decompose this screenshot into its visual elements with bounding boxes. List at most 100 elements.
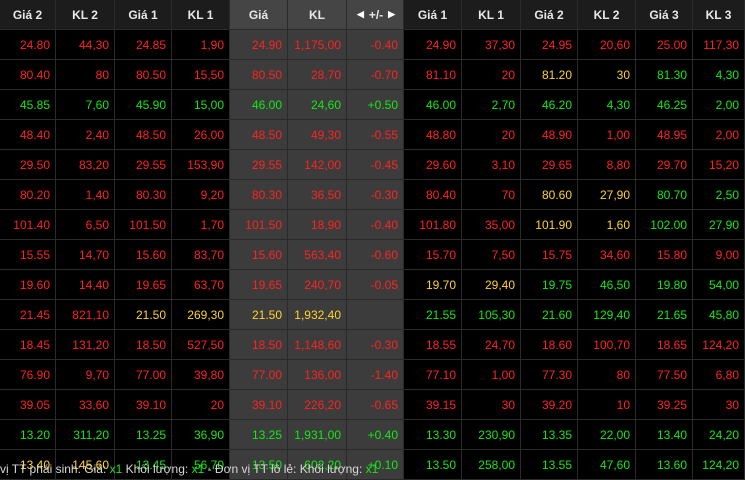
- ask-price-3-cell: 13.40: [636, 420, 693, 449]
- table-row[interactable]: 48.40 2,40 48.50 26,00 48.50 49,30 -0.55 48.80 2…: [0, 120, 745, 150]
- header-ask-volume-1[interactable]: KL 1: [462, 0, 521, 29]
- bid-volume-1-cell: 15,00: [172, 90, 230, 119]
- table-row[interactable]: 101.40 6,50 101.50 1,70 101.50 18,90 -0.40 101.…: [0, 210, 745, 240]
- ask-price-1-cell: 48.80: [404, 120, 462, 149]
- header-ask-volume-2[interactable]: KL 2: [578, 0, 636, 29]
- match-price-cell: 80.50: [230, 60, 288, 89]
- ask-price-2-cell: 80.60: [521, 180, 578, 209]
- bid-volume-1-cell: 1,70: [172, 210, 230, 239]
- table-row[interactable]: 80.20 1,40 80.30 9,20 80.30 36,50 -0.30 80.40 70…: [0, 180, 745, 210]
- bid-price-2-cell: 76.90: [0, 360, 56, 389]
- match-price-cell: 77.00: [230, 360, 288, 389]
- header-bid-volume-2[interactable]: KL 2: [56, 0, 115, 29]
- match-price-cell: 24.90: [230, 30, 288, 59]
- table-row[interactable]: 24.80 44,30 24.85 1,90 24.90 1,175,00 -0.40 24.…: [0, 30, 745, 60]
- header-match-price[interactable]: Giá: [230, 0, 288, 29]
- header-ask-volume-3[interactable]: KL 3: [693, 0, 745, 29]
- ask-volume-2-cell: 22,00: [578, 420, 636, 449]
- ask-price-1-cell: 19.70: [404, 270, 462, 299]
- bid-price-1-cell: 18.50: [115, 330, 172, 359]
- table-row[interactable]: 21.45 821,10 21.50 269,30 21.50 1,932,40 21.55…: [0, 300, 745, 330]
- ask-volume-3-cell: 2,00: [693, 120, 745, 149]
- ask-price-3-cell: 81.30: [636, 60, 693, 89]
- header-bid-price-1[interactable]: Giá 1: [115, 0, 172, 29]
- table-row[interactable]: 80.40 80 80.50 15,50 80.50 28,70 -0.70 81.10 20 8…: [0, 60, 745, 90]
- bid-volume-2-cell: 44,30: [56, 30, 115, 59]
- ask-price-1-cell: 13.30: [404, 420, 462, 449]
- ask-price-2-cell: 46.20: [521, 90, 578, 119]
- ask-volume-2-cell: 34,60: [578, 240, 636, 269]
- ask-price-3-cell: 29.70: [636, 150, 693, 179]
- match-price-cell: 80.30: [230, 180, 288, 209]
- change-cell: -0.70: [347, 60, 404, 89]
- ask-price-2-cell: 24.95: [521, 30, 578, 59]
- footer-label-3: - Đơn vị TT lô lẻ: Khối lượng:: [204, 462, 366, 476]
- ask-volume-2-cell: 1,00: [578, 120, 636, 149]
- match-volume-cell: 1,932,40: [288, 300, 347, 329]
- header-ask-price-3[interactable]: Giá 3: [636, 0, 693, 29]
- bid-price-2-cell: 19.60: [0, 270, 56, 299]
- ask-volume-1-cell: 105,30: [462, 300, 521, 329]
- ask-volume-2-cell: 129,40: [578, 300, 636, 329]
- change-cell: +0.50: [347, 90, 404, 119]
- change-cell: -0.30: [347, 330, 404, 359]
- bid-volume-2-cell: 311,20: [56, 420, 115, 449]
- scroll-left-icon[interactable]: ◀: [357, 9, 364, 20]
- header-bid-price-2[interactable]: Giá 2: [0, 0, 56, 29]
- bid-volume-1-cell: 39,80: [172, 360, 230, 389]
- match-volume-cell: 49,30: [288, 120, 347, 149]
- match-volume-cell: 28,70: [288, 60, 347, 89]
- change-cell: +0.40: [347, 420, 404, 449]
- bid-price-2-cell: 13.20: [0, 420, 56, 449]
- bid-volume-2-cell: 7,60: [56, 90, 115, 119]
- price-board-header: Giá 2 KL 2 Giá 1 KL 1 Giá KL ◀ +/- ▶ Giá 1 KL 1 Giá…: [0, 0, 745, 30]
- match-volume-cell: 18,90: [288, 210, 347, 239]
- ask-volume-3-cell: 27,90: [693, 210, 745, 239]
- match-price-cell: 19.65: [230, 270, 288, 299]
- bid-volume-1-cell: 153,90: [172, 150, 230, 179]
- bid-volume-2-cell: 821,10: [56, 300, 115, 329]
- ask-volume-1-cell: 7,50: [462, 240, 521, 269]
- match-price-cell: 39.10: [230, 390, 288, 419]
- header-bid-volume-1[interactable]: KL 1: [172, 0, 230, 29]
- bid-price-2-cell: 80.40: [0, 60, 56, 89]
- table-row[interactable]: 76.90 9,70 77.00 39,80 77.00 136,00 -1.40 77.10…: [0, 360, 745, 390]
- bid-volume-1-cell: 1,90: [172, 30, 230, 59]
- match-volume-cell: 136,00: [288, 360, 347, 389]
- table-row[interactable]: 18.45 131,20 18.50 527,50 18.50 1,148,60 -0.30…: [0, 330, 745, 360]
- table-row[interactable]: 15.55 14,70 15.60 83,70 15.60 563,40 -0.60 15.7…: [0, 240, 745, 270]
- ask-volume-1-cell: 3,10: [462, 150, 521, 179]
- table-row[interactable]: 39.05 33,60 39.10 20 39.10 226,20 -0.65 39.15 30…: [0, 390, 745, 420]
- table-row[interactable]: 19.60 14,40 19.65 63,70 19.65 240,70 -0.05 19.7…: [0, 270, 745, 300]
- ask-price-2-cell: 21.60: [521, 300, 578, 329]
- bid-price-1-cell: 101.50: [115, 210, 172, 239]
- table-row[interactable]: 13.20 311,20 13.25 36,90 13.25 1,931,00 +0.40 1…: [0, 420, 745, 450]
- bid-price-2-cell: 24.80: [0, 30, 56, 59]
- bid-price-1-cell: 15.60: [115, 240, 172, 269]
- bid-volume-1-cell: 9,20: [172, 180, 230, 209]
- bid-price-1-cell: 48.50: [115, 120, 172, 149]
- header-match-volume[interactable]: KL: [288, 0, 347, 29]
- header-ask-price-2[interactable]: Giá 2: [521, 0, 578, 29]
- change-cell: -0.55: [347, 120, 404, 149]
- match-volume-cell: 226,20: [288, 390, 347, 419]
- change-cell: -0.65: [347, 390, 404, 419]
- bid-price-2-cell: 18.45: [0, 330, 56, 359]
- ask-price-1-cell: 77.10: [404, 360, 462, 389]
- ask-price-2-cell: 19.75: [521, 270, 578, 299]
- table-row[interactable]: 29.50 83,20 29.55 153,90 29.55 142,00 -0.45 29.…: [0, 150, 745, 180]
- match-price-cell: 46.00: [230, 90, 288, 119]
- ask-volume-2-cell: 46,50: [578, 270, 636, 299]
- table-row[interactable]: 45.85 7,60 45.90 15,00 46.00 24,60 +0.50 46.00 2…: [0, 90, 745, 120]
- header-ask-price-1[interactable]: Giá 1: [404, 0, 462, 29]
- scroll-right-icon[interactable]: ▶: [388, 9, 395, 20]
- ask-volume-1-cell: 70: [462, 180, 521, 209]
- unit-footer: vị TT phái sinh: Giá: x1 Khối lượng: x1 …: [0, 461, 745, 477]
- header-change[interactable]: ◀ +/- ▶: [347, 0, 404, 29]
- ask-price-3-cell: 15.80: [636, 240, 693, 269]
- ask-volume-3-cell: 4,30: [693, 60, 745, 89]
- ask-volume-1-cell: 30: [462, 390, 521, 419]
- change-cell: -0.45: [347, 150, 404, 179]
- change-cell: [347, 300, 404, 329]
- ask-price-3-cell: 39.25: [636, 390, 693, 419]
